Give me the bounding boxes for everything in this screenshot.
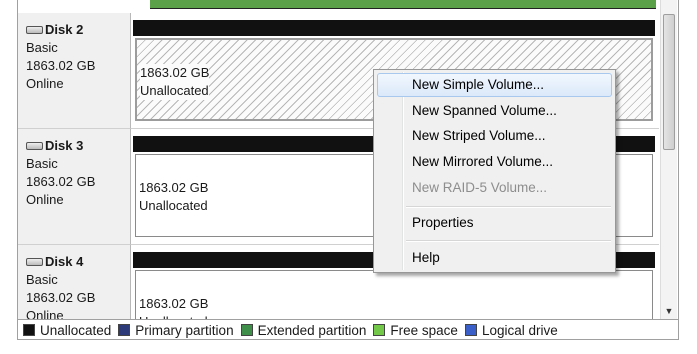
disk-4-partition-size: 1863.02 GB [139,296,209,311]
legend-swatch [373,324,386,336]
legend-swatch [464,324,477,336]
disk-2-name: Disk 2 [45,22,84,37]
disk-2-type: Basic [26,40,58,55]
legend-label: Extended partition [257,322,367,338]
menu-properties[interactable]: Properties [377,211,612,235]
menu-separator [406,240,611,242]
disk-drive-icon [26,142,43,150]
legend-bar: Unallocated Primary partition Extended p… [18,319,678,339]
menu-new-mirrored-volume[interactable]: New Mirrored Volume... [377,150,612,174]
disk-3-type: Basic [26,156,58,171]
disk-3-partition-state: Unallocated [139,198,208,213]
legend-primary-partition: Primary partition [118,322,234,338]
disk-2-partition-state: Unallocated [140,83,209,98]
disk-3-title-row: Disk 3 [26,137,130,155]
disk-2-size: 1863.02 GB [26,58,96,73]
legend-label: Free space [390,322,458,338]
legend-swatch [23,324,35,336]
disk-drive-icon [26,26,43,34]
legend-extended-partition: Extended partition [240,322,367,338]
disk-3-size: 1863.02 GB [26,174,96,189]
disk-3-partition-size: 1863.02 GB [139,180,209,195]
menu-separator [406,206,611,208]
disk-2-status: Online [26,76,64,91]
disk-4-size: 1863.02 GB [26,290,96,305]
menu-new-spanned-volume[interactable]: New Spanned Volume... [377,99,612,123]
disk-3-name: Disk 3 [45,138,84,153]
disk-3-partition-text: 1863.02 GB Unallocated [139,179,208,215]
menu-help[interactable]: Help [377,246,612,270]
legend-unallocated: Unallocated [23,323,111,338]
disk-2-partition-size: 1863.02 GB [140,65,210,80]
disk-3-label[interactable]: Disk 3 Basic 1863.02 GB Online [18,129,131,245]
disk-4-name: Disk 4 [45,254,84,269]
disk-2-title-row: Disk 2 [26,21,130,39]
disk-4-type: Basic [26,272,58,287]
legend-swatch [240,324,253,336]
menu-new-raid5-volume: New RAID-5 Volume... [412,180,548,195]
menu-new-simple-volume[interactable]: New Simple Volume... [377,73,612,97]
legend-logical-drive: Logical drive [464,322,558,338]
disk-4-title-row: Disk 4 [26,253,130,271]
disk-2-label[interactable]: Disk 2 Basic 1863.02 GB Online [18,13,131,129]
disk-3-status: Online [26,192,64,207]
legend-label: Unallocated [40,322,112,338]
legend-swatch [118,324,131,336]
context-menu: New Simple Volume... New Spanned Volume.… [373,69,616,273]
legend-label: Primary partition [135,322,234,338]
menu-new-striped-volume[interactable]: New Striped Volume... [377,124,612,148]
disk-2-unallocated-bar [133,20,655,36]
legend-label: Logical drive [481,322,558,338]
scrollbar-thumb[interactable] [663,14,675,150]
disk-drive-icon [26,258,43,266]
vertical-scrollbar[interactable]: ▼ [660,0,677,320]
previous-disk-partition-bar [150,0,656,9]
legend-free-space: Free space [373,323,458,338]
scroll-down-arrow-icon[interactable]: ▼ [661,306,677,316]
disk-2-partition-text: 1863.02 GB Unallocated [140,64,210,100]
